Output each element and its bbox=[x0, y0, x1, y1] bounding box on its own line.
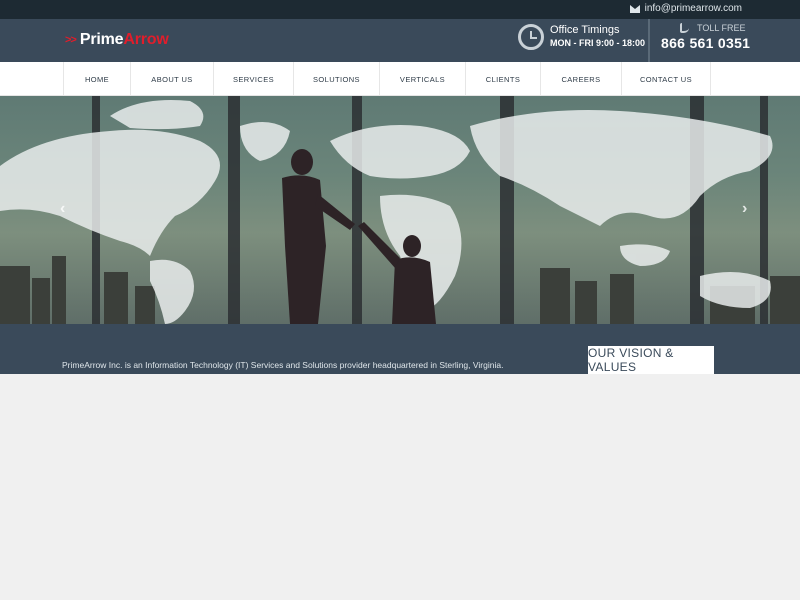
main-nav: HOME ABOUT US SERVICES SOLUTIONS VERTICA… bbox=[0, 62, 800, 96]
nav-list: HOME ABOUT US SERVICES SOLUTIONS VERTICA… bbox=[63, 62, 711, 96]
phone-icon bbox=[680, 23, 689, 33]
office-timings-title: Office Timings bbox=[550, 24, 620, 36]
logo[interactable]: >> Prime Arrow bbox=[65, 31, 169, 49]
email-contact[interactable]: info@primearrow.com bbox=[629, 3, 742, 14]
nav-contact-us[interactable]: CONTACT US bbox=[621, 62, 711, 96]
hero-slider[interactable]: ‹ › bbox=[0, 96, 800, 324]
nav-verticals[interactable]: VERTICALS bbox=[379, 62, 465, 96]
toll-free: TOLL FREE 866 561 0351 bbox=[661, 23, 750, 51]
about-text: PrimeArrow Inc. is an Information Techno… bbox=[62, 360, 504, 370]
nav-clients[interactable]: CLIENTS bbox=[465, 62, 540, 96]
header-divider bbox=[648, 19, 650, 62]
slider-prev-button[interactable]: ‹ bbox=[60, 200, 65, 218]
nav-home[interactable]: HOME bbox=[63, 62, 130, 96]
about-section: PrimeArrow Inc. is an Information Techno… bbox=[0, 324, 800, 374]
email-text[interactable]: info@primearrow.com bbox=[645, 3, 742, 14]
toll-free-label: TOLL FREE bbox=[697, 23, 746, 33]
toll-free-number[interactable]: 866 561 0351 bbox=[661, 35, 750, 51]
toll-free-label-row: TOLL FREE bbox=[680, 23, 750, 33]
office-timings-hours: MON - FRI 9:00 - 18:00 bbox=[550, 38, 646, 48]
top-bar: info@primearrow.com bbox=[0, 0, 800, 19]
clock-icon bbox=[518, 24, 544, 50]
logo-prime: Prime bbox=[79, 31, 124, 48]
nav-solutions[interactable]: SOLUTIONS bbox=[293, 62, 379, 96]
vision-values-button[interactable]: OUR VISION & VALUES bbox=[588, 346, 714, 374]
logo-arrows: >> bbox=[65, 34, 77, 46]
slider-next-button[interactable]: › bbox=[742, 200, 747, 218]
nav-about-us[interactable]: ABOUT US bbox=[130, 62, 213, 96]
envelope-icon bbox=[629, 4, 640, 13]
office-timings: Office Timings MON - FRI 9:00 - 18:00 bbox=[518, 24, 645, 50]
header: >> Prime Arrow Office Timings MON - FRI … bbox=[0, 19, 800, 62]
nav-services[interactable]: SERVICES bbox=[213, 62, 293, 96]
logo-arrow: Arrow bbox=[123, 31, 169, 48]
hero-image bbox=[0, 96, 800, 324]
nav-careers[interactable]: CAREERS bbox=[540, 62, 621, 96]
